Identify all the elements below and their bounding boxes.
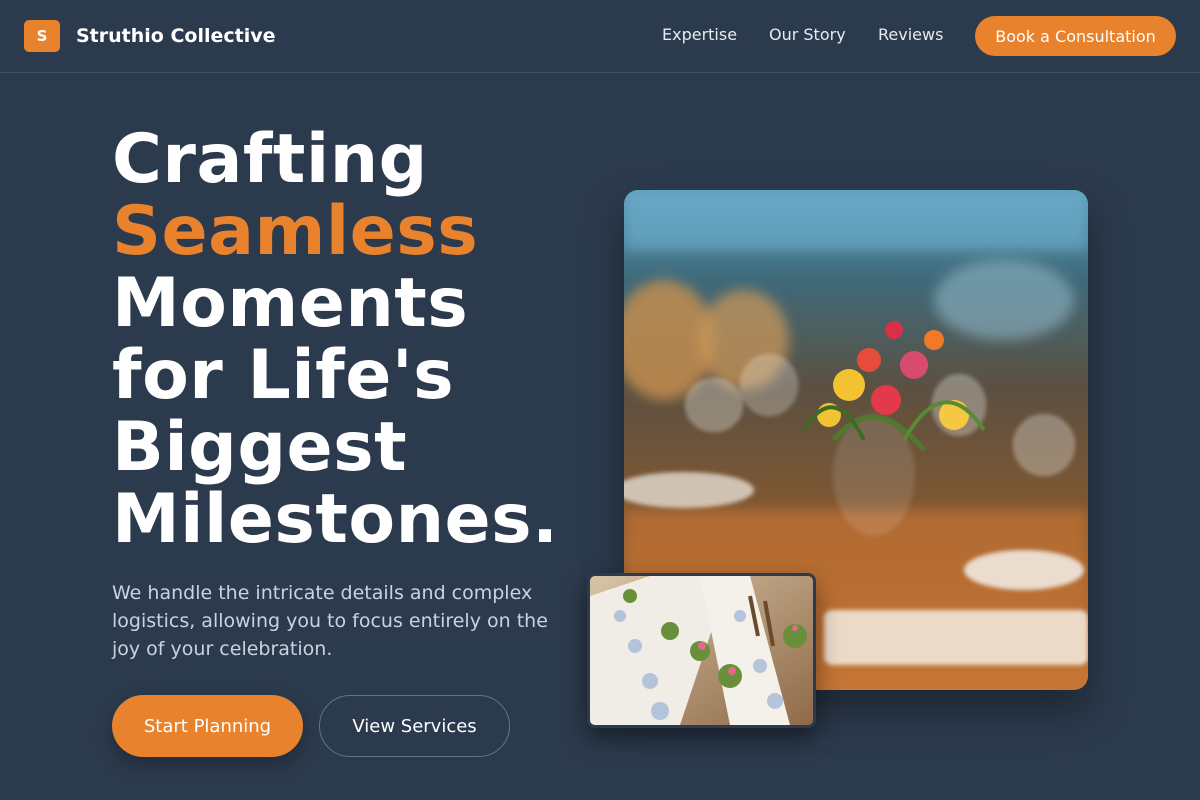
nav-link-reviews[interactable]: Reviews [878, 25, 943, 44]
headline-accent-line: Seamless [112, 192, 479, 271]
nav-link-expertise[interactable]: Expertise [662, 25, 737, 44]
headline-line: Biggest [112, 408, 408, 487]
logo-icon: S [24, 20, 60, 52]
hero-headline: Crafting Seamless Moments for Life's Big… [112, 124, 558, 556]
nav-link-our-story[interactable]: Our Story [769, 25, 846, 44]
brand[interactable]: S Struthio Collective [24, 20, 276, 52]
book-consultation-button[interactable]: Book a Consultation [975, 16, 1176, 56]
view-services-button[interactable]: View Services [319, 695, 510, 757]
brand-name: Struthio Collective [76, 25, 276, 47]
site-header: S Struthio Collective Expertise Our Stor… [0, 0, 1200, 73]
start-planning-button[interactable]: Start Planning [112, 695, 303, 757]
banquet-tables-photo [587, 573, 816, 728]
headline-line: Milestones. [112, 480, 559, 559]
headline-line: Crafting [112, 120, 428, 199]
headline-line: for Life's [112, 336, 455, 415]
headline-line: Moments [112, 264, 469, 343]
hero-subtext: We handle the intricate details and comp… [112, 582, 548, 660]
